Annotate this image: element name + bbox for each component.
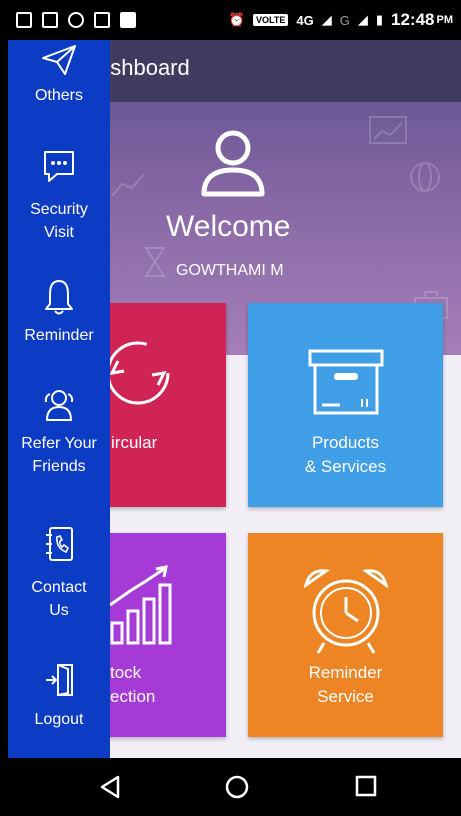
- gmail-icon: [42, 12, 58, 28]
- clock-ampm: PM: [436, 14, 454, 26]
- clock: 12:48: [391, 10, 435, 29]
- tile-reminder-label-line2: Service: [317, 687, 374, 706]
- chart-decoration-icon: [369, 116, 407, 144]
- drawer-item-security-label-line2: Visit: [44, 224, 74, 241]
- tile-products-label-line1: Products: [311, 433, 380, 452]
- tile-reminder-label-line1: Reminder: [308, 663, 383, 682]
- alarm-clock-icon: [303, 569, 389, 654]
- bell-icon: [45, 280, 73, 315]
- navigation-drawer: Others Security Visit Reminder Refer You…: [8, 40, 110, 758]
- bar-chart-icon: [109, 565, 172, 645]
- chat-bubble-icon: [44, 151, 74, 182]
- battery-icon: ▮: [375, 12, 384, 27]
- box-icon: [308, 349, 384, 415]
- tile-circular-label: ircular: [111, 433, 158, 452]
- recents-icon[interactable]: [354, 774, 378, 798]
- globe-decoration-icon: [410, 162, 440, 192]
- network-type: 4G: [296, 12, 314, 28]
- drawer-item-refer-label-line2: Friends: [32, 458, 86, 475]
- tile-reminder-service[interactable]: Reminder Service: [248, 533, 443, 737]
- drawer-item-refer-friends[interactable]: Refer Your Friends: [8, 388, 110, 478]
- system-navigation-bar: [8, 758, 461, 816]
- drawer-item-others[interactable]: Others: [8, 40, 110, 107]
- drawer-item-refer-label-line1: Refer Your: [21, 435, 97, 452]
- user-name: GOWTHAMI M: [176, 262, 284, 279]
- image-icon: [16, 12, 32, 28]
- welcome-text: Welcome: [166, 210, 291, 243]
- door-exit-icon: [46, 664, 73, 696]
- volte-badge: VOLTE: [253, 14, 289, 26]
- drawer-item-others-label: Others: [34, 87, 83, 104]
- drawer-item-logout-label: Logout: [34, 711, 84, 728]
- whatsapp-icon: [68, 12, 84, 28]
- tile-stock-label-line1: tock: [110, 663, 142, 682]
- refresh-circle-icon: [106, 341, 170, 405]
- hourglass-decoration-icon: [144, 247, 166, 277]
- back-icon[interactable]: [98, 774, 122, 800]
- app-bar-title: ashboard: [98, 55, 190, 80]
- drawer-item-contact-label-line1: Contact: [31, 579, 87, 596]
- users-icon: [44, 390, 74, 421]
- drawer-item-reminder-label: Reminder: [24, 327, 94, 344]
- drawer-item-contact-us[interactable]: Contact Us: [8, 526, 110, 622]
- phone-book-icon: [46, 527, 73, 561]
- signal-icon-secondary: ◢: [357, 12, 368, 27]
- chart-decoration-icon-2: [111, 173, 145, 197]
- drawer-item-security-visit[interactable]: Security Visit: [8, 148, 110, 244]
- drawer-item-security-label-line1: Security: [30, 201, 88, 218]
- drawer-item-logout[interactable]: Logout: [8, 662, 110, 731]
- user-avatar-icon: [201, 130, 265, 197]
- alarm-icon: ⏰: [228, 12, 246, 27]
- network-type-secondary: G: [339, 12, 350, 28]
- tile-products-services[interactable]: Products & Services: [248, 303, 443, 507]
- drawer-item-reminder[interactable]: Reminder: [8, 278, 110, 347]
- home-icon[interactable]: [224, 774, 250, 800]
- app-notification-icon: [120, 12, 136, 28]
- tile-products-label-line2: & Services: [304, 457, 387, 476]
- calendar-icon: [94, 12, 110, 28]
- paper-plane-icon: [42, 45, 76, 75]
- tile-stock-label-line2: ection: [110, 687, 156, 706]
- status-bar: ⏰ VOLTE 4G ◢ G ◢ ▮ 12:48 PM: [8, 0, 461, 40]
- signal-icon: ◢: [321, 12, 332, 27]
- drawer-item-contact-label-line2: Us: [49, 602, 69, 619]
